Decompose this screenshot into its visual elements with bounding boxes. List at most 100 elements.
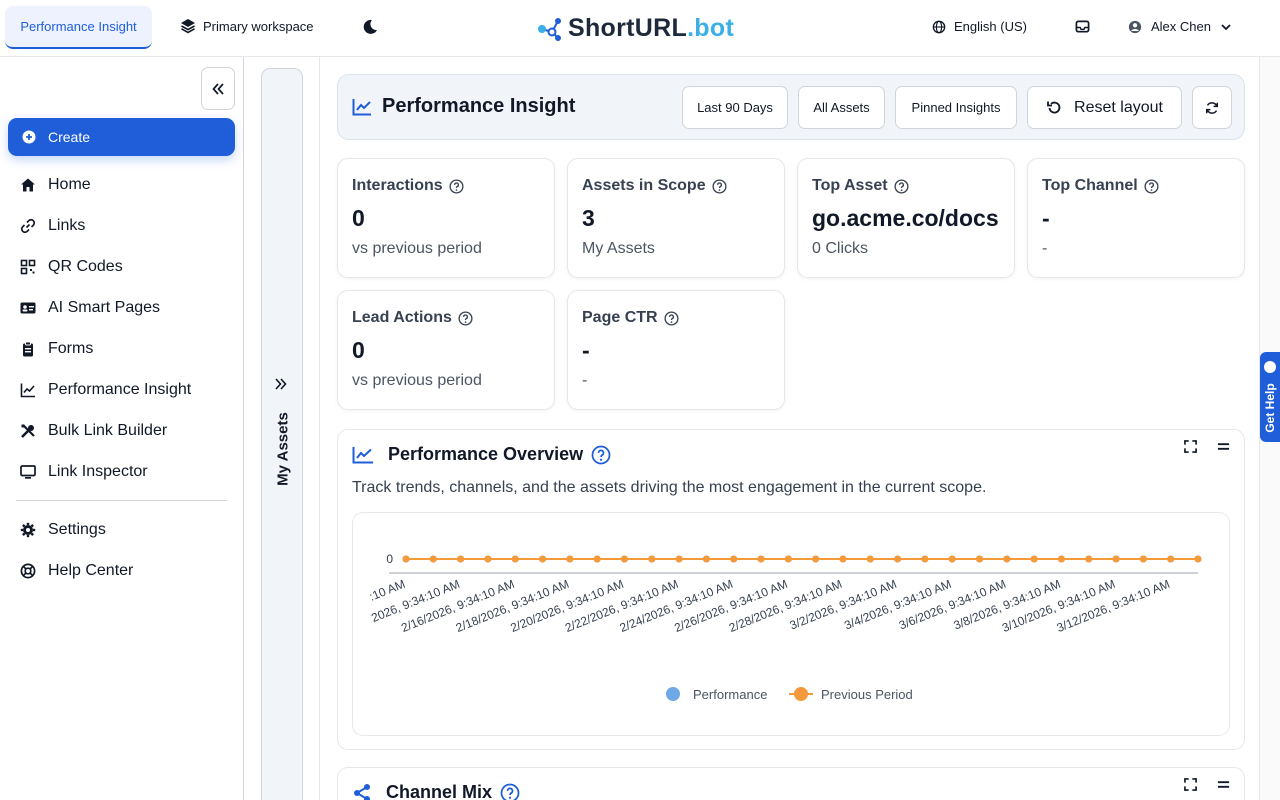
sidebar-divider xyxy=(16,500,227,501)
help-circle-icon[interactable] xyxy=(664,310,679,326)
legend-label: Previous Period xyxy=(821,687,913,702)
monitor-icon xyxy=(20,464,36,479)
my-assets-rail[interactable]: My Assets xyxy=(261,68,303,800)
brand-logo[interactable]: ShortURL.bot xyxy=(536,14,734,43)
data-point xyxy=(839,555,847,563)
help-circle-icon[interactable] xyxy=(1144,178,1159,194)
sidebar-nav: Home Links QR Codes AI Smart Pages Forms… xyxy=(0,164,243,591)
page-header: Performance Insight Last 90 Days All Ass… xyxy=(337,74,1245,140)
data-point xyxy=(757,555,765,563)
chevrons-left-icon xyxy=(212,82,224,95)
language-selector[interactable]: English (US) xyxy=(932,19,1027,34)
panel-description: Track trends, channels, and the assets d… xyxy=(352,479,987,496)
kpi-subtext: - xyxy=(582,372,588,389)
help-circle-icon[interactable] xyxy=(500,783,520,800)
sidebar-item-label: QR Codes xyxy=(48,257,123,275)
line-chart-icon xyxy=(352,98,371,115)
inbox-icon[interactable] xyxy=(1075,19,1090,34)
help-icon xyxy=(1264,361,1276,373)
refresh-button[interactable] xyxy=(1192,86,1232,129)
data-point xyxy=(784,555,792,563)
user-menu[interactable]: Alex Chen xyxy=(1128,19,1232,34)
refresh-icon xyxy=(1206,101,1218,114)
data-point xyxy=(648,555,656,563)
kpi-title: Top Asset xyxy=(812,177,1014,195)
sidebar-item-performance-insight[interactable]: Performance Insight xyxy=(0,369,243,410)
my-assets-panel: My Assets xyxy=(244,57,320,800)
sidebar-item-forms[interactable]: Forms xyxy=(0,328,243,369)
data-point xyxy=(1139,555,1147,563)
workspace-label: Primary workspace xyxy=(203,18,314,34)
layers-icon xyxy=(181,19,195,34)
kpi-value[interactable]: go.acme.co/docs xyxy=(812,205,1014,232)
sidebar-item-label: Help Center xyxy=(48,561,134,579)
panel-actions xyxy=(1184,440,1230,453)
expand-icon[interactable] xyxy=(1184,440,1197,453)
help-circle-icon[interactable] xyxy=(458,310,473,326)
panel-title: Performance Overview xyxy=(352,444,611,465)
dark-mode-toggle-moon-icon[interactable] xyxy=(361,18,379,36)
share-nodes-logo-icon xyxy=(538,17,561,41)
plus-circle-icon xyxy=(22,130,36,144)
performance-line-chart: 0:10 AM2026, 9:34:10 AM2/16/2026, 9:34:1… xyxy=(367,552,1202,702)
page-title-text: Performance Insight xyxy=(382,95,576,117)
expand-icon[interactable] xyxy=(1184,778,1197,791)
sidebar-item-qr-codes[interactable]: QR Codes xyxy=(0,246,243,287)
sidebar-item-settings[interactable]: Settings xyxy=(0,509,243,550)
lifebuoy-icon xyxy=(20,563,36,578)
filter-all-assets-button[interactable]: All Assets xyxy=(798,86,885,129)
help-circle-icon[interactable] xyxy=(712,178,727,194)
data-point xyxy=(812,555,820,563)
drag-handle-icon[interactable] xyxy=(1217,778,1230,791)
page-title: Performance Insight xyxy=(352,95,575,118)
kpi-card-interactions: Interactions 0 vs previous period xyxy=(337,158,555,278)
data-point xyxy=(1167,555,1175,563)
sidebar-item-ai-smart-pages[interactable]: AI Smart Pages xyxy=(0,287,243,328)
sidebar-item-label: Links xyxy=(48,216,86,234)
data-point xyxy=(457,555,465,563)
tab-performance-insight[interactable]: Performance Insight xyxy=(5,6,152,49)
sidebar-item-links[interactable]: Links xyxy=(0,205,243,246)
create-button[interactable]: Create xyxy=(8,118,235,156)
get-help-tab[interactable]: Get Help xyxy=(1260,352,1280,442)
data-point xyxy=(511,555,519,563)
help-circle-icon[interactable] xyxy=(449,178,464,194)
kpi-subtext: 0 Clicks xyxy=(812,240,869,257)
main-content: Performance Insight Last 90 Days All Ass… xyxy=(321,57,1259,800)
kpi-value: 0 xyxy=(352,337,365,363)
line-chart-icon xyxy=(20,383,35,397)
kpi-card-top-channel: Top Channel - - xyxy=(1027,158,1245,278)
kpi-subtext: My Assets xyxy=(582,240,655,257)
data-point xyxy=(730,555,738,563)
sidebar-item-link-inspector[interactable]: Link Inspector xyxy=(0,451,243,492)
panel-actions xyxy=(1184,778,1230,791)
sidebar-item-home[interactable]: Home xyxy=(0,164,243,205)
data-point xyxy=(620,555,628,563)
user-avatar-icon xyxy=(1128,20,1142,33)
reset-layout-button[interactable]: Reset layout xyxy=(1027,86,1182,129)
workspace-switcher[interactable]: Primary workspace xyxy=(180,18,314,34)
user-name: Alex Chen xyxy=(1151,19,1211,34)
help-circle-icon[interactable] xyxy=(894,178,909,194)
help-circle-icon[interactable] xyxy=(591,445,611,465)
collapse-sidebar-button[interactable] xyxy=(201,67,235,110)
kpi-value: - xyxy=(582,337,590,363)
sidebar-item-label: Home xyxy=(48,175,91,193)
data-point xyxy=(675,555,683,563)
kpi-title: Interactions xyxy=(352,177,554,195)
data-point xyxy=(539,555,547,563)
pinned-insights-button[interactable]: Pinned Insights xyxy=(895,86,1017,129)
data-point xyxy=(921,555,929,563)
filter-last-90-days-button[interactable]: Last 90 Days xyxy=(682,86,788,129)
sidebar-item-help-center[interactable]: Help Center xyxy=(0,550,243,591)
drag-handle-icon[interactable] xyxy=(1217,440,1230,453)
kpi-value: - xyxy=(1042,205,1050,231)
line-chart-icon xyxy=(352,446,373,463)
sidebar-item-label: Settings xyxy=(48,520,106,538)
clipboard-icon xyxy=(23,341,33,356)
kpi-card-page-ctr: Page CTR - - xyxy=(567,290,785,410)
data-point xyxy=(1194,555,1202,563)
sidebar-item-bulk-link-builder[interactable]: Bulk Link Builder xyxy=(0,410,243,451)
data-point xyxy=(866,555,874,563)
data-point xyxy=(894,555,902,563)
